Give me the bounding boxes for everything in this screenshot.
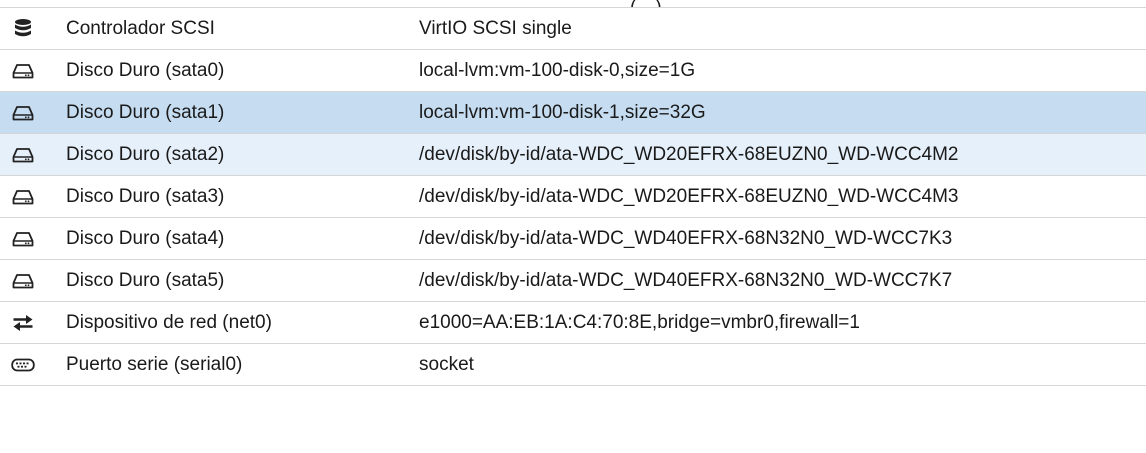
hardware-row-name: Disco Duro (sata0) (66, 59, 225, 81)
hard-disk-icon (10, 269, 36, 293)
hardware-row-sata0[interactable]: Disco Duro (sata0) local-lvm:vm-100-disk… (0, 50, 1146, 92)
keyboard-icon (10, 353, 36, 377)
hardware-row-sata4[interactable]: Disco Duro (sata4) /dev/disk/by-id/ata-W… (0, 218, 1146, 260)
partial-icon (10, 0, 36, 7)
hardware-row-name: Disco Duro (sata3) (66, 185, 225, 207)
hardware-row-value: /dev/disk/by-id/ata-WDC_WD20EFRX-68EUZN0… (419, 143, 959, 165)
exchange-arrows-icon (10, 311, 36, 335)
hardware-row-value: e1000=AA:EB:1A:C4:70:8E,bridge=vmbr0,fir… (419, 311, 860, 333)
hard-disk-icon (10, 185, 36, 209)
hardware-row-partial[interactable]: (…) (0, 0, 1146, 8)
hardware-row-value: VirtIO SCSI single (419, 17, 572, 39)
database-icon (10, 17, 36, 41)
hard-disk-icon (10, 59, 36, 83)
hardware-row-name: Dispositivo de red (net0) (66, 311, 272, 333)
hardware-row-value: socket (419, 353, 474, 375)
hardware-row-name: Disco Duro (sata1) (66, 101, 225, 123)
hard-disk-icon (10, 143, 36, 167)
hardware-row-value: /dev/disk/by-id/ata-WDC_WD40EFRX-68N32N0… (419, 269, 953, 291)
hardware-row-serial0[interactable]: Puerto serie (serial0) socket (0, 344, 1146, 386)
hardware-row-name: Disco Duro (sata2) (66, 143, 225, 165)
hardware-row-value: local-lvm:vm-100-disk-0,size=1G (419, 59, 696, 81)
hardware-grid: (…) Controlador SCSI VirtIO SCSI single … (0, 0, 1146, 386)
hardware-row-net0[interactable]: Dispositivo de red (net0) e1000=AA:EB:1A… (0, 302, 1146, 344)
hardware-row-sata5[interactable]: Disco Duro (sata5) /dev/disk/by-id/ata-W… (0, 260, 1146, 302)
hardware-row-name: Controlador SCSI (66, 17, 215, 39)
hardware-row-sata3[interactable]: Disco Duro (sata3) /dev/disk/by-id/ata-W… (0, 176, 1146, 218)
hardware-row-sata2[interactable]: Disco Duro (sata2) /dev/disk/by-id/ata-W… (0, 134, 1146, 176)
hardware-row-value: /dev/disk/by-id/ata-WDC_WD40EFRX-68N32N0… (419, 227, 953, 249)
hardware-row-value: local-lvm:vm-100-disk-1,size=32G (419, 101, 706, 123)
hardware-row-value: (…) (630, 0, 662, 7)
hardware-row-name: Disco Duro (sata4) (66, 227, 225, 249)
hardware-row-scsi-controller[interactable]: Controlador SCSI VirtIO SCSI single (0, 8, 1146, 50)
hardware-row-name: Puerto serie (serial0) (66, 353, 243, 375)
hard-disk-icon (10, 227, 36, 251)
hardware-row-name: Disco Duro (sata5) (66, 269, 225, 291)
hardware-row-sata1[interactable]: Disco Duro (sata1) local-lvm:vm-100-disk… (0, 92, 1146, 134)
hard-disk-icon (10, 101, 36, 125)
hardware-row-value: /dev/disk/by-id/ata-WDC_WD20EFRX-68EUZN0… (419, 185, 959, 207)
